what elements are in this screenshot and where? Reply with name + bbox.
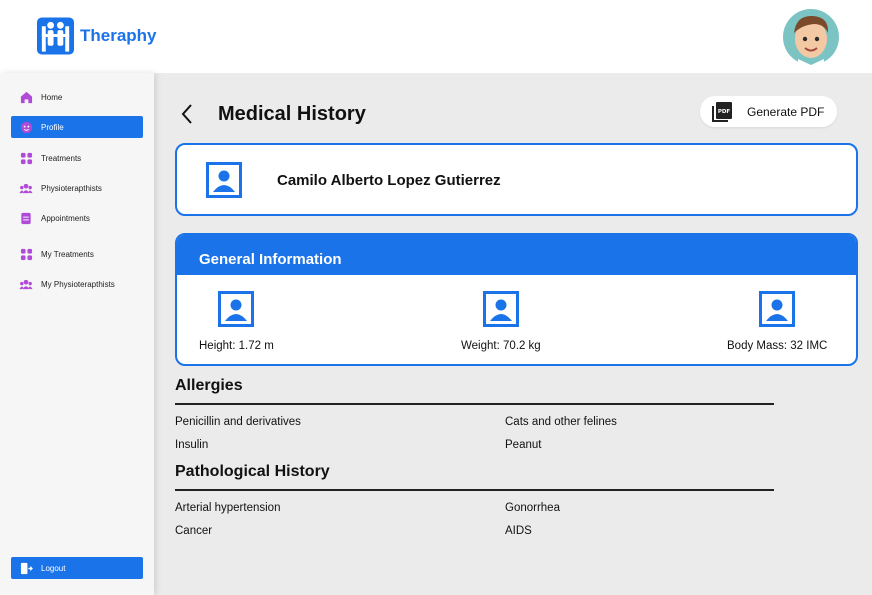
weight-stat: Weight: 70.2 kg bbox=[461, 290, 541, 352]
grid-icon bbox=[19, 247, 33, 261]
grid-icon bbox=[19, 151, 33, 165]
general-information-header: General Information bbox=[177, 235, 856, 275]
body-mass-stat: Body Mass: 32 IMC bbox=[727, 290, 827, 352]
sidebar-item-label: Profile bbox=[41, 122, 64, 132]
height-value: Height: 1.72 m bbox=[199, 340, 274, 352]
sidebar-item-label: Home bbox=[41, 92, 63, 102]
general-information-title: General Information bbox=[199, 251, 342, 268]
back-arrow-icon[interactable] bbox=[178, 101, 198, 127]
patient-card: Camilo Alberto Lopez Gutierrez bbox=[175, 143, 858, 216]
user-portrait-icon bbox=[482, 291, 519, 327]
page-title: Medical History bbox=[218, 103, 366, 125]
generate-pdf-button[interactable]: PDF Generate PDF bbox=[700, 96, 837, 127]
home-icon bbox=[19, 90, 33, 104]
pathology-item: AIDS bbox=[505, 525, 532, 537]
sidebar-item-label: My Treatments bbox=[41, 249, 94, 259]
generate-pdf-label: Generate PDF bbox=[747, 104, 825, 119]
allergies-divider bbox=[175, 403, 774, 405]
logout-button[interactable]: Logout bbox=[11, 557, 143, 579]
sidebar-item-profile[interactable]: Profile bbox=[11, 116, 143, 138]
group-icon bbox=[19, 277, 33, 291]
user-portrait-icon bbox=[206, 162, 242, 198]
sidebar-item-treatments[interactable]: Treatments bbox=[11, 147, 143, 169]
face-icon bbox=[19, 120, 33, 134]
sidebar-item-label: Appointments bbox=[41, 213, 90, 223]
document-icon bbox=[19, 211, 33, 225]
app-name: Theraphy bbox=[80, 26, 157, 45]
logout-icon bbox=[19, 561, 33, 575]
pathological-history-title: Pathological History bbox=[175, 463, 330, 480]
weight-value: Weight: 70.2 kg bbox=[461, 340, 541, 352]
pdf-icon: PDF bbox=[712, 101, 732, 122]
allergy-item: Cats and other felines bbox=[505, 416, 617, 428]
user-portrait-icon bbox=[759, 291, 796, 327]
app-logo[interactable]: Theraphy bbox=[36, 16, 157, 56]
user-avatar[interactable] bbox=[780, 9, 842, 65]
allergies-title: Allergies bbox=[175, 377, 243, 394]
user-portrait-icon bbox=[218, 291, 255, 327]
general-information-card: General Information Height: 1.72 m Weigh… bbox=[175, 233, 858, 366]
sidebar-item-label: Physioterapthists bbox=[41, 183, 102, 193]
allergy-item: Penicillin and derivatives bbox=[175, 416, 301, 428]
logout-label: Logout bbox=[41, 563, 66, 573]
sidebar-item-my-treatments[interactable]: My Treatments bbox=[11, 243, 143, 265]
patient-name: Camilo Alberto Lopez Gutierrez bbox=[277, 172, 501, 189]
sidebar-item-appointments[interactable]: Appointments bbox=[11, 207, 143, 229]
allergy-item: Insulin bbox=[175, 439, 209, 451]
pathology-item: Cancer bbox=[175, 525, 213, 537]
pathological-history-divider bbox=[175, 489, 774, 491]
sidebar-item-my-physiotherapists[interactable]: My Physioterapthists bbox=[11, 273, 143, 295]
group-icon bbox=[19, 181, 33, 195]
sidebar: Home Profile Treatments Physioterapthist… bbox=[0, 73, 154, 595]
sidebar-item-label: My Physioterapthists bbox=[41, 279, 115, 289]
pathology-item: Gonorrhea bbox=[505, 502, 560, 514]
logo-icon bbox=[36, 17, 75, 55]
body-mass-value: Body Mass: 32 IMC bbox=[727, 340, 828, 352]
height-stat: Height: 1.72 m bbox=[199, 290, 274, 352]
sidebar-item-physiotherapists[interactable]: Physioterapthists bbox=[11, 177, 143, 199]
sidebar-item-label: Treatments bbox=[41, 153, 82, 163]
top-bar: Theraphy bbox=[0, 0, 872, 73]
allergy-item: Peanut bbox=[505, 439, 542, 451]
sidebar-item-home[interactable]: Home bbox=[11, 86, 143, 108]
svg-text:PDF: PDF bbox=[718, 109, 731, 115]
pathology-item: Arterial hypertension bbox=[175, 502, 281, 514]
